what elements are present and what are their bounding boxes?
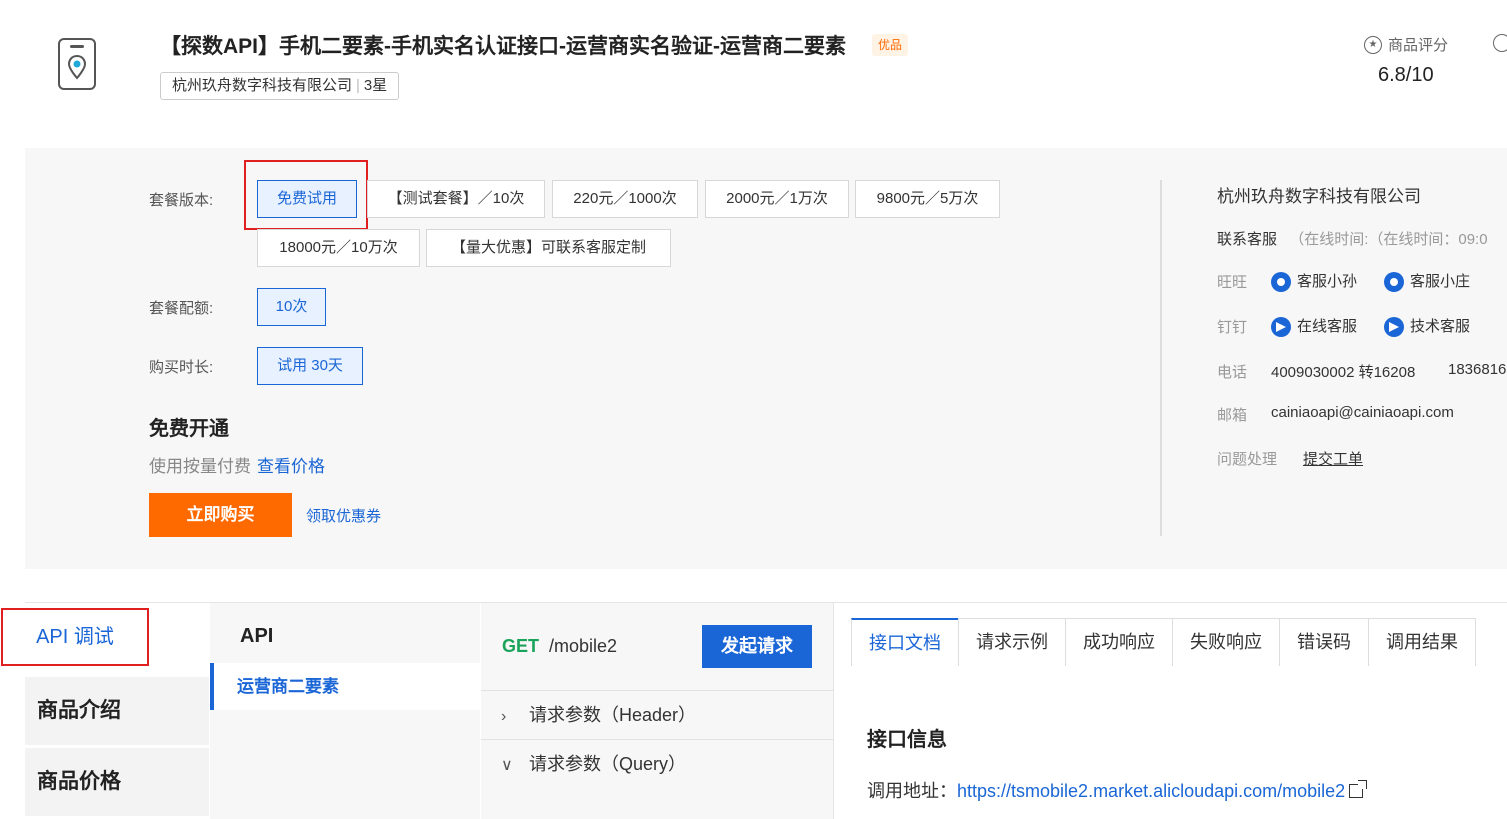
contact-row: 联系客服 （在线时间:（在线时间：09:0 <box>1217 228 1488 249</box>
seller-company: 杭州玖舟数字科技有限公司 <box>1217 187 1421 206</box>
header-params-label: 请求参数（Header） <box>529 705 697 725</box>
wangwang-icon <box>1271 272 1291 293</box>
send-request-button[interactable]: 发起请求 <box>702 625 812 668</box>
clock-icon <box>1493 34 1507 52</box>
version-label: 套餐版本: <box>149 192 214 209</box>
duration-label: 购买时长: <box>149 359 214 376</box>
nav-product-price[interactable]: 商品价格 <box>25 748 209 816</box>
rating-value: 6.8/10 <box>1378 64 1434 86</box>
wangwang-agent-1-label: 客服小孙 <box>1297 273 1358 290</box>
premium-badge: 优品 <box>872 34 909 56</box>
query-params-row[interactable]: ∨ 请求参数（Query） <box>481 739 834 788</box>
wangwang-agent-2-label: 客服小庄 <box>1410 273 1471 290</box>
tab-error-codes[interactable]: 错误码 <box>1279 618 1369 666</box>
dingding-agent-2[interactable]: 技术客服 <box>1384 315 1471 338</box>
external-link-icon[interactable] <box>1349 780 1368 798</box>
api-list-bg <box>210 710 480 819</box>
version-custom[interactable]: 【量大优惠】可联系客服定制 <box>426 229 671 267</box>
address-url-link[interactable]: https://tsmobile2.market.alicloudapi.com… <box>957 781 1345 801</box>
wangwang-agent-1[interactable]: 客服小孙 <box>1271 270 1358 293</box>
phone-number-1: 4009030002 转16208 <box>1271 364 1416 381</box>
wangwang-label: 旺旺 <box>1217 274 1248 291</box>
query-params-label: 请求参数（Query） <box>529 754 687 774</box>
version-9800[interactable]: 9800元／5万次 <box>855 180 1000 218</box>
api-list-heading: API <box>240 625 274 647</box>
view-price-link[interactable]: 查看价格 <box>257 457 325 476</box>
phone-label: 电话 <box>1217 364 1248 381</box>
wangwang-icon <box>1384 272 1404 293</box>
dingding-agent-1[interactable]: 在线客服 <box>1271 315 1358 338</box>
doc-section-title: 接口信息 <box>867 729 947 751</box>
quota-option[interactable]: 10次 <box>257 288 326 326</box>
api-item-operator-two-factor[interactable]: 运营商二要素 <box>210 663 480 710</box>
version-220[interactable]: 220元／1000次 <box>552 180 698 218</box>
version-2000[interactable]: 2000元／1万次 <box>705 180 849 218</box>
doc-address-row: 调用地址：https://tsmobile2.market.alicloudap… <box>867 777 1368 803</box>
contact-hours: （在线时间:（在线时间：09:0 <box>1289 231 1488 248</box>
contact-label: 联系客服 <box>1217 231 1278 248</box>
dingding-icon <box>1384 317 1404 338</box>
pay-line: 使用按量付费 查看价格 <box>149 452 325 477</box>
header-params-row[interactable]: › 请求参数（Header） <box>481 690 834 739</box>
request-path: /mobile2 <box>549 636 618 656</box>
nav-product-intro[interactable]: 商品介绍 <box>25 677 209 745</box>
rating-label-text: 商品评分 <box>1388 37 1449 54</box>
version-18000[interactable]: 18000元／10万次 <box>257 229 420 267</box>
chevron-down-icon: ∨ <box>501 757 513 774</box>
submit-ticket-link[interactable]: 提交工单 <box>1303 448 1363 469</box>
address-label: 调用地址： <box>867 781 957 801</box>
free-title: 免费开通 <box>149 418 229 440</box>
company-tag[interactable]: 杭州玖舟数字科技有限公司 | 3星 <box>160 72 400 100</box>
product-title: 【探数API】手机二要素-手机实名认证接口-运营商实名验证-运营商二要素 <box>160 35 846 58</box>
pay-text: 使用按量付费 <box>149 457 251 476</box>
duration-option[interactable]: 试用 30天 <box>257 347 363 385</box>
tab-api-doc[interactable]: 接口文档 <box>851 618 959 666</box>
wangwang-agent-2[interactable]: 客服小庄 <box>1384 270 1471 293</box>
dingding-label: 钉钉 <box>1217 319 1248 336</box>
product-phone-icon <box>58 38 96 90</box>
dingding-icon <box>1271 317 1291 338</box>
email-label: 邮箱 <box>1217 407 1248 424</box>
phone-number-2: 1836816 <box>1448 361 1507 378</box>
issue-label: 问题处理 <box>1217 451 1278 468</box>
version-test[interactable]: 【测试套餐】／10次 <box>367 180 545 218</box>
chevron-right-icon: › <box>501 708 507 725</box>
tab-failure-response[interactable]: 失败响应 <box>1172 618 1280 666</box>
coupon-link[interactable]: 领取优惠券 <box>306 505 381 526</box>
api-debug-tab[interactable]: API 调试 <box>1 608 149 666</box>
email-value: cainiaoapi@cainiaoapi.com <box>1271 404 1454 421</box>
http-method: GET <box>502 636 540 656</box>
quota-label: 套餐配额: <box>149 300 214 317</box>
doc-tabs: 接口文档 请求示例 成功响应 失败响应 错误码 调用结果 <box>851 618 1476 666</box>
tab-request-example[interactable]: 请求示例 <box>958 618 1066 666</box>
dingding-agent-1-label: 在线客服 <box>1297 318 1358 335</box>
dingding-agent-2-label: 技术客服 <box>1410 318 1471 335</box>
tab-success-response[interactable]: 成功响应 <box>1065 618 1173 666</box>
star-icon: ★ <box>1364 35 1382 54</box>
company-name: 杭州玖舟数字科技有限公司 <box>172 77 353 94</box>
panel-divider <box>1160 180 1162 536</box>
version-free-trial[interactable]: 免费试用 <box>257 180 357 218</box>
buy-now-button[interactable]: 立即购买 <box>149 493 292 537</box>
company-stars: 3星 <box>363 77 388 94</box>
rating-label: ★ 商品评分 <box>1364 34 1448 55</box>
tab-call-result[interactable]: 调用结果 <box>1368 618 1476 666</box>
